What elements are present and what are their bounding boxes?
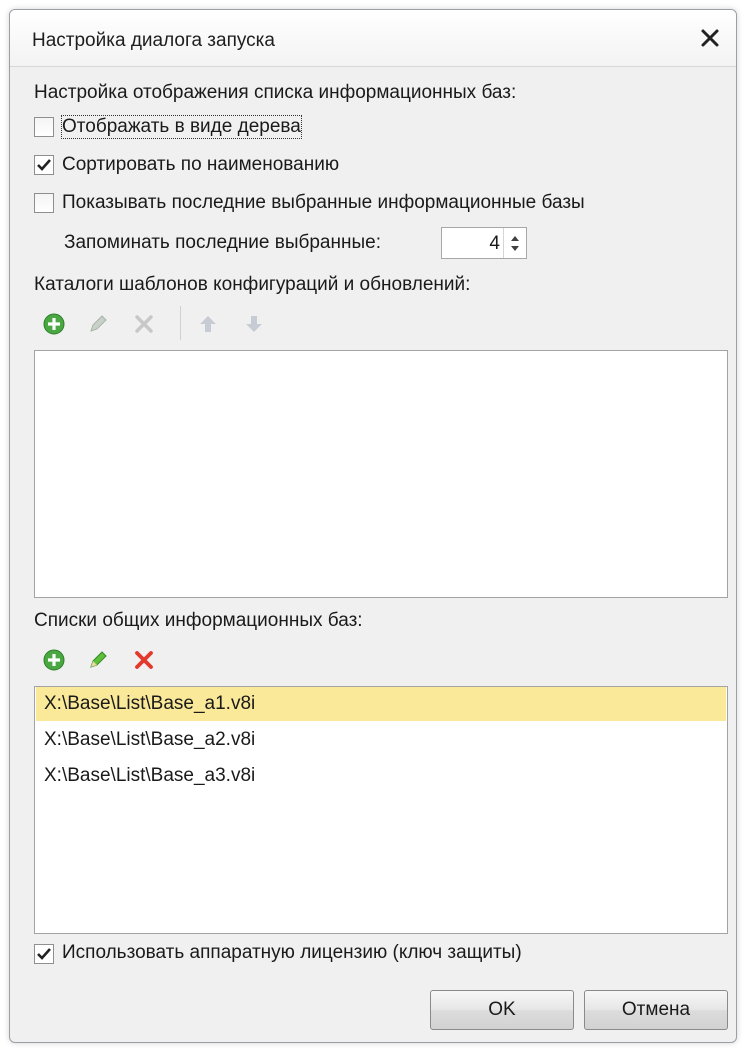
hardware-license-checkbox[interactable] <box>34 944 54 964</box>
tree-view-checkbox[interactable] <box>34 117 54 137</box>
ok-button[interactable]: OK <box>430 990 574 1030</box>
show-recent-label[interactable]: Показывать последние выбранные информаци… <box>62 192 585 214</box>
remember-count-value[interactable]: 4 <box>489 233 500 255</box>
tree-view-label[interactable]: Отображать в виде дерева <box>61 115 302 139</box>
remember-count-spinner[interactable]: 4 <box>441 227 527 259</box>
shared-lists-list[interactable]: X:\Base\List\Base_a1.v8i X:\Base\List\Ba… <box>34 686 728 934</box>
cancel-button[interactable]: Отмена <box>584 990 728 1030</box>
remember-count-label: Запоминать последние выбранные: <box>64 232 381 253</box>
list-item[interactable]: X:\Base\List\Base_a3.v8i <box>36 759 726 793</box>
shared-add-icon[interactable] <box>40 646 68 674</box>
spinner-arrows[interactable] <box>503 228 526 258</box>
spinner-up-icon[interactable] <box>511 236 519 241</box>
list-item[interactable]: X:\Base\List\Base_a2.v8i <box>36 723 726 757</box>
window-title: Настройка диалога запуска <box>32 30 275 51</box>
templates-delete-icon[interactable] <box>130 310 158 338</box>
toolbar-separator <box>180 306 181 340</box>
close-icon[interactable] <box>694 23 726 53</box>
list-item[interactable]: X:\Base\List\Base_a1.v8i <box>36 687 726 721</box>
spinner-down-icon[interactable] <box>511 246 519 251</box>
sort-by-name-checkbox[interactable] <box>34 155 54 175</box>
title-bar: Настройка диалога запуска <box>10 10 736 67</box>
shared-delete-icon[interactable] <box>130 646 158 674</box>
shared-lists-heading: Списки общих информационных баз: <box>34 610 363 631</box>
templates-move-down-icon[interactable] <box>240 310 268 338</box>
display-settings-heading: Настройка отображения списка информацион… <box>34 82 517 103</box>
templates-add-icon[interactable] <box>40 310 68 338</box>
templates-list[interactable] <box>34 350 728 598</box>
templates-move-up-icon[interactable] <box>194 310 222 338</box>
sort-by-name-label[interactable]: Сортировать по наименованию <box>62 154 339 176</box>
templates-edit-icon[interactable] <box>84 310 112 338</box>
hardware-license-label[interactable]: Использовать аппаратную лицензию (ключ з… <box>62 942 522 964</box>
show-recent-checkbox[interactable] <box>34 193 54 213</box>
shared-edit-icon[interactable] <box>84 646 112 674</box>
templates-heading: Каталоги шаблонов конфигураций и обновле… <box>34 274 471 295</box>
checkmark-icon <box>37 159 51 171</box>
checkmark-icon <box>37 948 51 960</box>
launch-settings-dialog: Настройка диалога запуска Настройка отоб… <box>9 9 737 1043</box>
